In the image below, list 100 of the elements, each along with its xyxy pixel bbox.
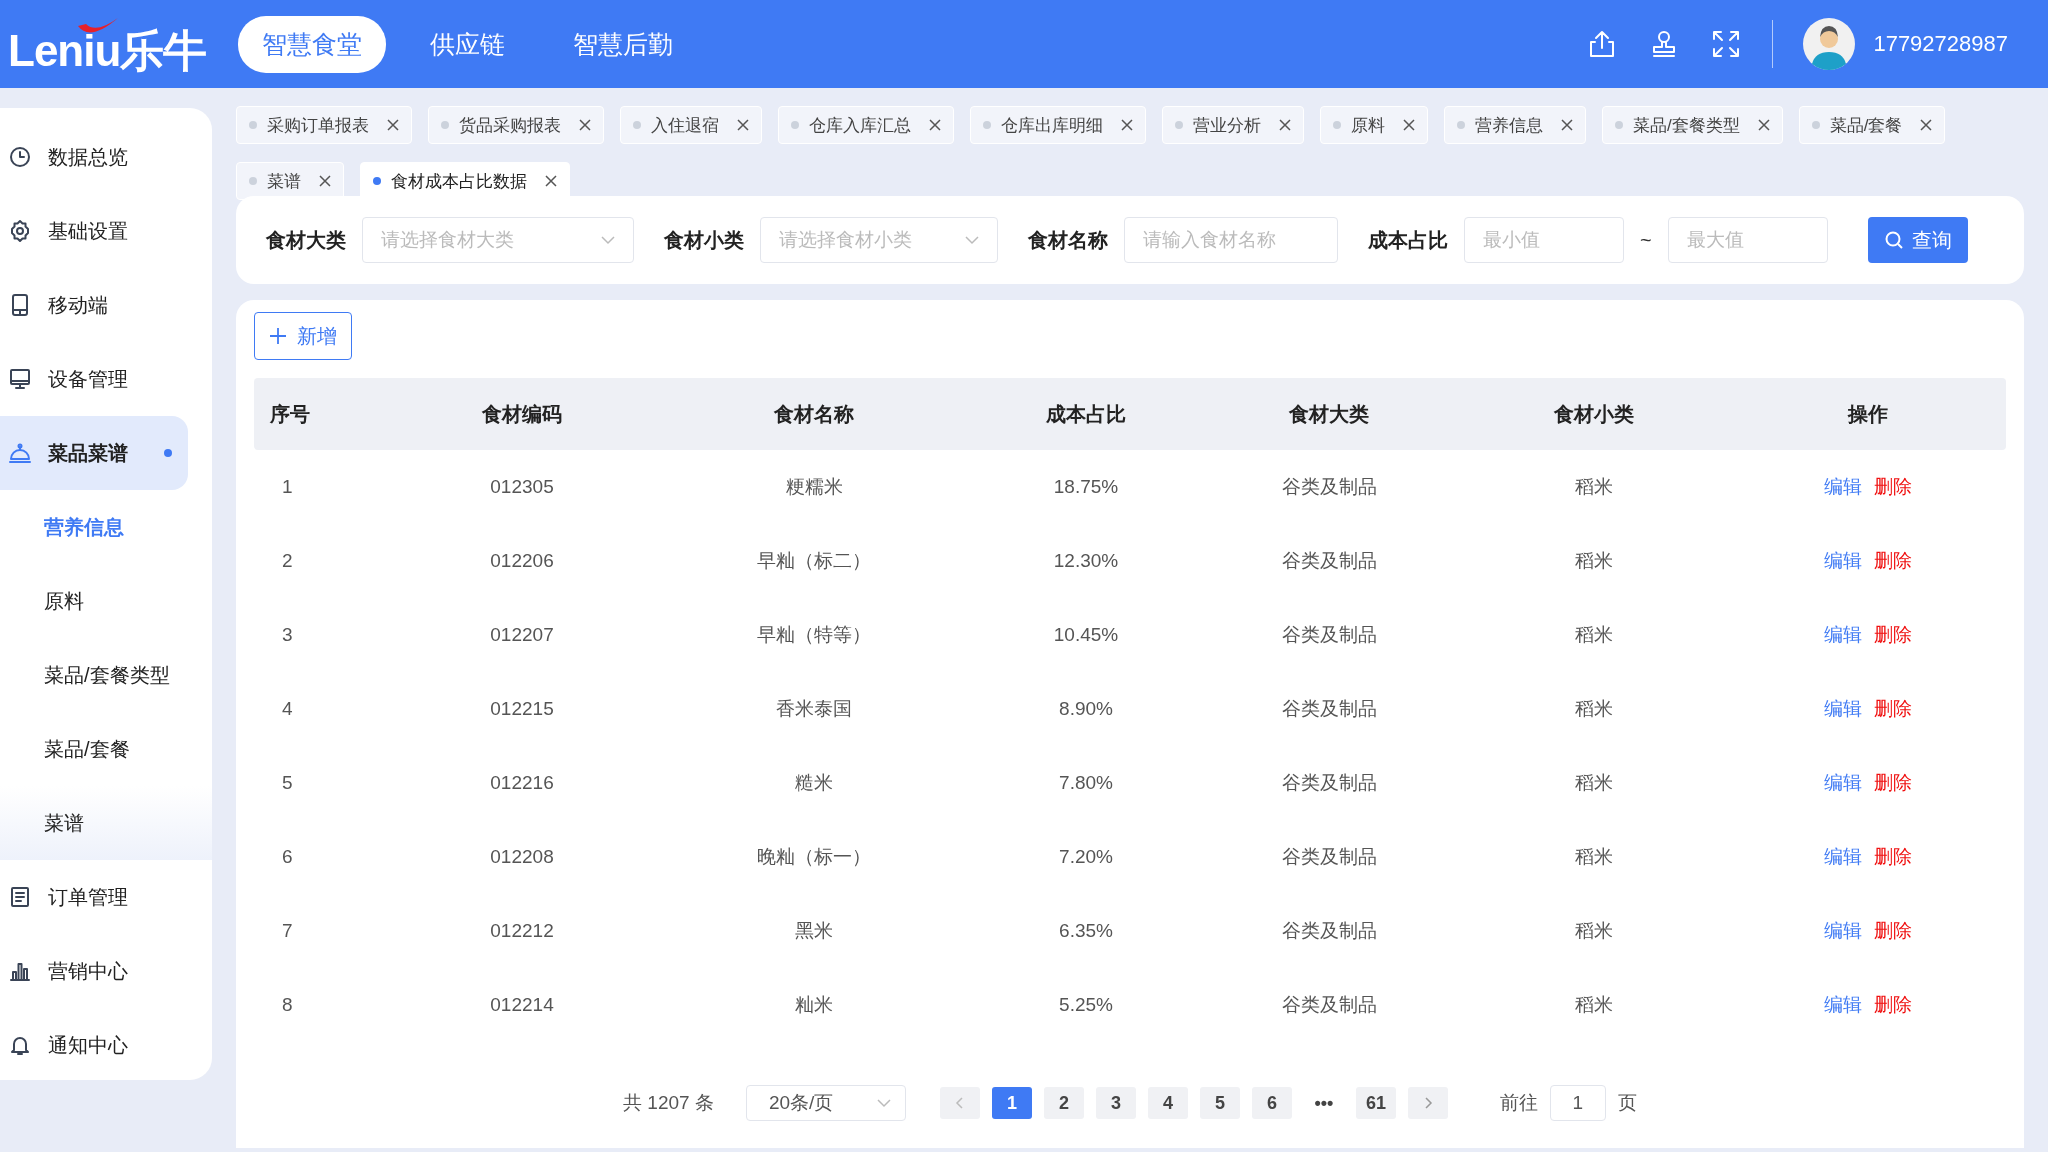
column-header: 食材编码: [481, 401, 563, 427]
page-button[interactable]: 2: [1043, 1087, 1084, 1119]
table-cell-text: 012207: [489, 624, 555, 646]
add-button[interactable]: 新增: [254, 312, 352, 360]
close-icon[interactable]: [1757, 119, 1770, 131]
table-cell-text: 早籼（特等）: [756, 623, 872, 647]
table-cell-text: 8: [281, 994, 294, 1016]
close-icon[interactable]: [1121, 119, 1133, 131]
page-tab[interactable]: 菜谱: [236, 162, 344, 200]
edit-link[interactable]: 编辑: [1823, 548, 1862, 574]
status-dot: [791, 121, 799, 129]
sidebar-item[interactable]: 订单管理: [0, 860, 188, 934]
table-cell-text: 5: [281, 772, 294, 794]
page-button[interactable]: 61: [1355, 1087, 1396, 1119]
submenu-item[interactable]: 菜谱: [0, 786, 212, 860]
edit-link[interactable]: 编辑: [1823, 696, 1862, 722]
table-cell-text: 6: [281, 846, 294, 868]
page-tab[interactable]: 仓库出库明细: [970, 106, 1146, 144]
close-icon[interactable]: [387, 119, 399, 131]
avatar[interactable]: [1803, 18, 1856, 70]
submenu-item[interactable]: 菜品/套餐: [0, 712, 212, 786]
table-cell-text: 稻米: [1574, 697, 1614, 721]
close-icon[interactable]: [1403, 119, 1415, 131]
page-button[interactable]: 3: [1095, 1087, 1136, 1119]
sidebar-label: 数据总览: [48, 144, 128, 170]
page-tab[interactable]: 菜品/套餐类型: [1602, 106, 1783, 144]
nav-tab[interactable]: 智慧食堂: [238, 15, 386, 73]
filter-label: 食材名称: [1028, 227, 1108, 253]
nav-tab[interactable]: 供应链: [406, 15, 529, 73]
table-cell-text: 012215: [489, 698, 555, 720]
page-button[interactable]: •••: [1303, 1087, 1344, 1119]
close-icon[interactable]: [579, 119, 591, 131]
edit-link[interactable]: 编辑: [1823, 918, 1862, 944]
filter-label: 成本占比: [1368, 227, 1448, 253]
page-tab[interactable]: 营业分析: [1162, 106, 1304, 144]
delete-link[interactable]: 删除: [1873, 844, 1912, 870]
tab-label: 采购订单报表: [267, 114, 369, 137]
page-button[interactable]: 4: [1147, 1087, 1188, 1119]
gear-icon: [8, 219, 32, 243]
close-icon[interactable]: [1561, 119, 1573, 131]
page-button[interactable]: 6: [1251, 1087, 1292, 1119]
delete-link[interactable]: 删除: [1873, 622, 1912, 648]
submenu-item[interactable]: 菜品/套餐类型: [0, 638, 212, 712]
table-cell-text: 谷类及制品: [1280, 919, 1378, 943]
submenu-item[interactable]: 营养信息: [0, 490, 212, 564]
delete-link[interactable]: 删除: [1873, 548, 1912, 574]
sidebar-item[interactable]: 数据总览: [0, 120, 188, 194]
tab-label: 食材成本占比数据: [391, 170, 527, 193]
page-unit: 页: [1617, 1091, 1637, 1115]
range-separator: ~: [1640, 228, 1652, 252]
status-dot: [1175, 121, 1183, 129]
sidebar-label: 订单管理: [48, 884, 128, 910]
page-button[interactable]: 5: [1199, 1087, 1240, 1119]
sidebar-item[interactable]: 设备管理: [0, 342, 188, 416]
close-icon[interactable]: [545, 175, 557, 187]
search-button[interactable]: 查询: [1867, 217, 1968, 263]
delete-link[interactable]: 删除: [1873, 474, 1912, 500]
page-size-select[interactable]: 20条/页: [745, 1085, 906, 1121]
close-icon[interactable]: [319, 175, 331, 187]
table-cell-text: 谷类及制品: [1280, 623, 1378, 647]
table-cell-text: 稻米: [1574, 623, 1614, 647]
page-input[interactable]: 1: [1549, 1085, 1606, 1121]
edit-link[interactable]: 编辑: [1823, 844, 1862, 870]
page-tab[interactable]: 采购订单报表: [236, 106, 412, 144]
delete-link[interactable]: 删除: [1873, 696, 1912, 722]
page-tab[interactable]: 菜品/套餐: [1798, 106, 1946, 144]
page-tab[interactable]: 入住退宿: [620, 106, 762, 144]
sidebar-item[interactable]: 移动端: [0, 268, 188, 342]
table-cell-text: 012214: [489, 994, 555, 1016]
column-header: 成本占比: [1045, 401, 1127, 427]
tab-label: 仓库出库明细: [1001, 114, 1103, 137]
edit-link[interactable]: 编辑: [1823, 770, 1862, 796]
table-cell-text: 谷类及制品: [1280, 993, 1378, 1017]
page-button[interactable]: 1: [991, 1087, 1032, 1119]
close-icon[interactable]: [1279, 119, 1291, 131]
submenu-item[interactable]: 原料: [0, 564, 212, 638]
page-tab[interactable]: 营养信息: [1444, 106, 1586, 144]
tab-label: 菜谱: [267, 170, 301, 193]
close-icon[interactable]: [1920, 119, 1933, 131]
status-dot: [1457, 121, 1465, 129]
tab-label: 入住退宿: [651, 114, 719, 137]
table-cell-text: 012208: [489, 846, 555, 868]
page-tab[interactable]: 货品采购报表: [428, 106, 604, 144]
close-icon[interactable]: [929, 119, 941, 131]
edit-link[interactable]: 编辑: [1823, 622, 1862, 648]
close-icon[interactable]: [737, 119, 749, 131]
edit-link[interactable]: 编辑: [1823, 992, 1862, 1018]
filter-label: 食材小类: [664, 227, 744, 253]
sidebar-item[interactable]: 营销中心: [0, 934, 188, 1008]
delete-link[interactable]: 删除: [1873, 918, 1912, 944]
edit-link[interactable]: 编辑: [1823, 474, 1862, 500]
delete-link[interactable]: 删除: [1873, 992, 1912, 1018]
delete-link[interactable]: 删除: [1873, 770, 1912, 796]
sidebar-item[interactable]: 通知中心: [0, 1008, 188, 1082]
page-tab[interactable]: 原料: [1320, 106, 1428, 144]
nav-tab[interactable]: 智慧后勤: [549, 15, 697, 73]
table-cell-text: 稻米: [1574, 771, 1614, 795]
sidebar-item[interactable]: 基础设置: [0, 194, 188, 268]
sidebar-item[interactable]: 菜品菜谱: [0, 416, 188, 490]
page-tab[interactable]: 仓库入库汇总: [778, 106, 954, 144]
